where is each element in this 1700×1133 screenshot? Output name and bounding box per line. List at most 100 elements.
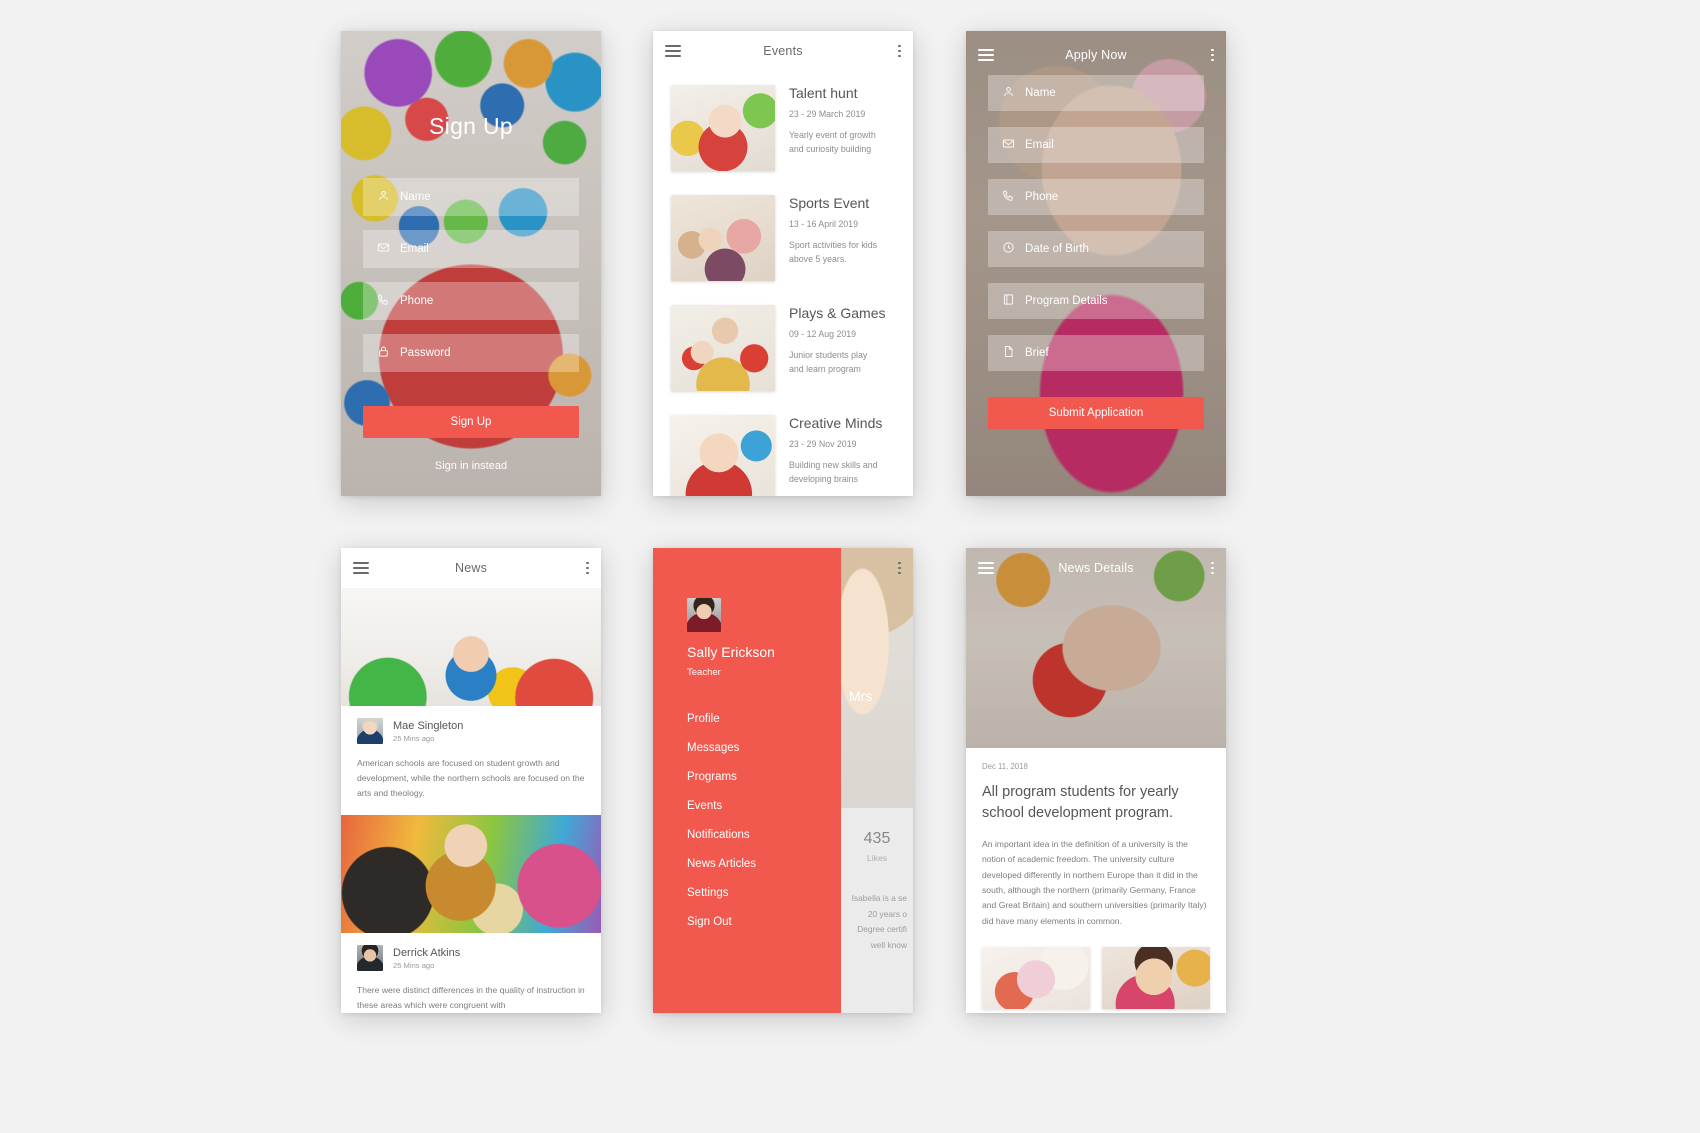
drawer-item-sign-out[interactable]: Sign Out bbox=[653, 907, 841, 936]
event-description-line1: Building new skills and bbox=[789, 460, 878, 470]
screens-canvas: Sign Up Name Email Phone Password Sign U… bbox=[0, 0, 1700, 1133]
detail-gallery bbox=[966, 929, 1226, 1013]
list-item[interactable]: Plays & Games 09 - 12 Aug 2019 Junior st… bbox=[653, 295, 913, 405]
author-name: Derrick Atkins bbox=[393, 946, 461, 959]
password-field-placeholder: Password bbox=[400, 347, 451, 359]
avatar bbox=[357, 945, 383, 972]
drawer-user-name: Sally Erickson bbox=[687, 644, 775, 660]
list-item[interactable]: Creative Minds 23 - 29 Nov 2019 Building… bbox=[653, 405, 913, 496]
page-title: Events bbox=[763, 44, 803, 58]
clock-icon bbox=[1002, 241, 1015, 257]
event-thumbnail bbox=[671, 195, 775, 281]
lock-icon bbox=[377, 345, 390, 361]
kebab-icon[interactable] bbox=[1211, 561, 1214, 575]
drawer-item-settings[interactable]: Settings bbox=[653, 878, 841, 907]
drawer-user-role: Teacher bbox=[687, 667, 721, 678]
article-timestamp: 25 Mins ago bbox=[393, 733, 435, 743]
gallery-image-2[interactable] bbox=[1102, 946, 1210, 1009]
article-paragraph: An important idea in the definition of a… bbox=[982, 839, 1207, 926]
envelope-icon bbox=[377, 241, 390, 257]
kebab-icon[interactable] bbox=[1211, 48, 1214, 62]
phone-field[interactable]: Phone bbox=[363, 282, 579, 320]
person-icon bbox=[377, 189, 390, 205]
event-thumbnail bbox=[671, 415, 775, 496]
drawer-item-news-articles[interactable]: News Articles bbox=[653, 849, 841, 878]
document-icon bbox=[1002, 345, 1015, 361]
event-description-line1: Yearly event of growth bbox=[789, 130, 876, 140]
email-field[interactable]: Email bbox=[363, 230, 579, 268]
event-date: 09 - 12 Aug 2019 bbox=[789, 329, 857, 339]
name-field[interactable]: Name bbox=[363, 178, 579, 216]
hamburger-icon[interactable] bbox=[353, 562, 369, 574]
program-details-placeholder: Program Details bbox=[1025, 295, 1108, 307]
article-body: There were distinct differences in the q… bbox=[357, 985, 585, 1011]
drawer-item-notifications[interactable]: Notifications bbox=[653, 820, 841, 849]
hamburger-icon[interactable] bbox=[665, 45, 681, 57]
drawer-menu: Profile Messages Programs Events Notific… bbox=[653, 704, 841, 936]
phone-field-placeholder: Phone bbox=[1025, 191, 1059, 203]
date-of-birth-field[interactable]: Date of Birth bbox=[988, 231, 1204, 267]
list-item[interactable]: Sports Event 13 - 16 April 2019 Sport ac… bbox=[653, 185, 913, 295]
author-row: Mae Singleton 25 Mins ago bbox=[341, 706, 601, 748]
news-screen: News Mae Singleton 25 Mins ago American … bbox=[341, 548, 601, 1013]
event-date: 23 - 29 Nov 2019 bbox=[789, 439, 857, 449]
book-icon bbox=[1002, 293, 1015, 309]
phone-field-placeholder: Phone bbox=[400, 295, 434, 307]
event-date: 13 - 16 April 2019 bbox=[789, 219, 858, 229]
event-title: Plays & Games bbox=[789, 305, 886, 321]
signup-screen: Sign Up Name Email Phone Password Sign U… bbox=[341, 31, 601, 496]
news-article-card[interactable]: Mae Singleton 25 Mins ago American schoo… bbox=[341, 588, 601, 815]
event-title: Creative Minds bbox=[789, 415, 883, 431]
password-field[interactable]: Password bbox=[363, 334, 579, 372]
apply-appbar: Apply Now bbox=[966, 35, 1226, 75]
kebab-icon[interactable] bbox=[586, 561, 589, 575]
article-image bbox=[341, 588, 601, 706]
avatar bbox=[357, 718, 383, 744]
event-description-line1: Sport activities for kids bbox=[789, 240, 877, 250]
kebab-icon[interactable] bbox=[898, 44, 901, 58]
news-appbar: News bbox=[341, 548, 601, 588]
kebab-icon[interactable] bbox=[898, 561, 901, 575]
gallery-image-1[interactable] bbox=[982, 946, 1090, 1009]
author-row: Derrick Atkins 25 Mins ago bbox=[341, 933, 601, 975]
event-description-line2: developing brains bbox=[789, 473, 858, 484]
event-thumbnail bbox=[671, 85, 775, 171]
navigation-drawer-screen: 435 Likes Isabella is a se 20 years o De… bbox=[653, 548, 913, 1013]
brief-placeholder: Brief bbox=[1025, 347, 1049, 359]
drawer-item-programs[interactable]: Programs bbox=[653, 762, 841, 791]
news-details-screen: News Details Dec 11, 2018 All program st… bbox=[966, 548, 1226, 1013]
news-article-card[interactable]: Derrick Atkins 25 Mins ago There were di… bbox=[341, 815, 601, 1013]
email-field[interactable]: Email bbox=[988, 127, 1204, 163]
event-date: 23 - 29 March 2019 bbox=[789, 109, 866, 119]
event-thumbnail bbox=[671, 305, 775, 391]
name-field-placeholder: Name bbox=[1025, 87, 1056, 99]
detail-appbar: News Details bbox=[966, 548, 1226, 588]
article-timestamp: 25 Mins ago bbox=[393, 960, 435, 970]
sign-in-instead-link[interactable]: Sign in instead bbox=[341, 460, 601, 472]
drawer-item-events[interactable]: Events bbox=[653, 791, 841, 820]
hamburger-icon[interactable] bbox=[978, 562, 994, 574]
email-field-placeholder: Email bbox=[1025, 139, 1054, 151]
submit-application-button[interactable]: Submit Application bbox=[988, 397, 1204, 429]
phone-field[interactable]: Phone bbox=[988, 179, 1204, 215]
avatar[interactable] bbox=[687, 598, 721, 632]
event-description-line2: and curiosity building bbox=[789, 143, 872, 154]
person-icon bbox=[1002, 85, 1015, 101]
detail-hero-image: News Details bbox=[966, 548, 1226, 748]
program-details-field[interactable]: Program Details bbox=[988, 283, 1204, 319]
article-headline: All program students for yearly school d… bbox=[982, 784, 1179, 822]
page-title: Sign Up bbox=[429, 113, 513, 139]
article-body: American schools are focused on student … bbox=[357, 758, 585, 799]
drawer-item-profile[interactable]: Profile bbox=[653, 704, 841, 733]
list-item[interactable]: Talent hunt 23 - 29 March 2019 Yearly ev… bbox=[653, 75, 913, 185]
apply-now-screen: Apply Now Name Email Phone Date of Birth… bbox=[966, 31, 1226, 496]
name-field[interactable]: Name bbox=[988, 75, 1204, 111]
hamburger-icon[interactable] bbox=[978, 49, 994, 61]
brief-field[interactable]: Brief bbox=[988, 335, 1204, 371]
signup-button[interactable]: Sign Up bbox=[363, 406, 579, 438]
name-field-placeholder: Name bbox=[400, 191, 431, 203]
drawer-item-messages[interactable]: Messages bbox=[653, 733, 841, 762]
events-screen: Events Talent hunt 23 - 29 March 2019 Ye… bbox=[653, 31, 913, 496]
email-field-placeholder: Email bbox=[400, 243, 429, 255]
drawer-scrim[interactable] bbox=[841, 548, 913, 1013]
